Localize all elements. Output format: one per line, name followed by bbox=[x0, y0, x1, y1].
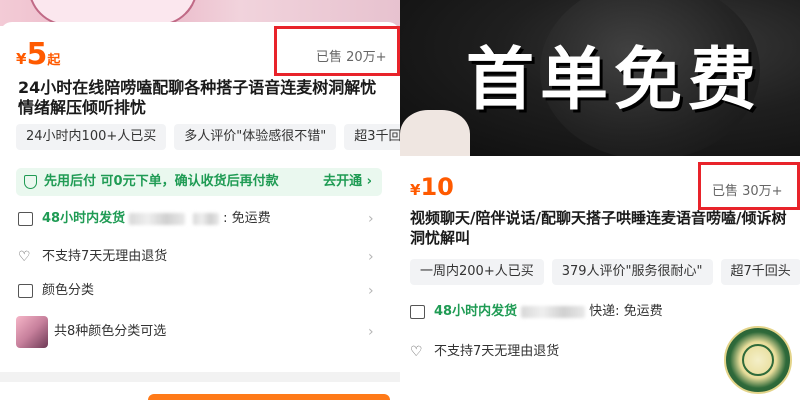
price-right: ¥10 bbox=[410, 173, 454, 201]
tag-row-right: 一周内200+人已买 379人评价"服务很耐心" 超7千回头 bbox=[410, 259, 800, 285]
tag-chip[interactable]: 24小时内100+人已买 bbox=[16, 124, 167, 150]
pay-later-banner[interactable]: 先用后付 可0元下单，确认收货后再付款 去开通 › bbox=[16, 168, 382, 196]
tag-chip[interactable]: 超3千回 bbox=[344, 124, 400, 150]
highlight-box-right bbox=[698, 162, 800, 210]
highlight-box-left bbox=[274, 26, 400, 76]
price-left: ¥5起 bbox=[16, 37, 61, 72]
heart-icon: ♡ bbox=[18, 249, 31, 265]
clipboard-icon bbox=[18, 284, 33, 298]
buy-button-edge[interactable] bbox=[148, 394, 390, 400]
variant-thumbnail[interactable] bbox=[16, 316, 48, 348]
blurred-location bbox=[521, 305, 586, 318]
return-policy-row-right[interactable]: ♡ 不支持7天无理由退货 bbox=[410, 341, 710, 363]
shield-icon bbox=[24, 175, 37, 189]
chevron-right-icon: › bbox=[368, 324, 374, 340]
tag-chip[interactable]: 超7千回头 bbox=[720, 259, 800, 285]
blurred-location bbox=[129, 212, 186, 225]
chevron-right-icon: › bbox=[368, 283, 374, 299]
product-title-right[interactable]: 视频聊天/陪伴说话/配聊天搭子哄睡连麦语音唠嗑/倾诉树洞忧解叫 bbox=[410, 208, 790, 248]
shipping-row-right[interactable]: 48小时内发货 快递: 免运费 bbox=[410, 301, 710, 323]
chevron-right-icon: › bbox=[368, 211, 374, 227]
open-pay-later-link[interactable]: 去开通 › bbox=[323, 168, 372, 196]
truck-icon bbox=[18, 212, 33, 226]
tag-chip[interactable]: 一周内200+人已买 bbox=[410, 259, 544, 285]
tag-chip[interactable]: 379人评价"服务很耐心" bbox=[551, 259, 713, 285]
return-policy-row-left[interactable]: ♡ 不支持7天无理由退货 › bbox=[18, 246, 382, 268]
seal-logo bbox=[724, 326, 792, 394]
shipping-row-left[interactable]: 48小时内发货: 免运费 › bbox=[18, 208, 382, 230]
tag-chip[interactable]: 多人评价"体验感很不错" bbox=[174, 124, 337, 150]
color-options-row[interactable]: 颜色分类 › bbox=[18, 280, 382, 302]
variant-count-row[interactable]: 共8种颜色分类可选 › bbox=[54, 321, 382, 343]
left-product-panel: ¥5起 已售 20万+ 24小时在线陪唠嗑配聊各种搭子语音连麦树洞解忧情绪解压倾… bbox=[0, 0, 400, 400]
product-image-right[interactable]: 首单免费 bbox=[400, 0, 800, 156]
chevron-right-icon: › bbox=[368, 249, 374, 265]
heart-icon: ♡ bbox=[410, 344, 423, 360]
truck-icon bbox=[410, 305, 425, 319]
product-title-left[interactable]: 24小时在线陪唠嗑配聊各种搭子语音连麦树洞解忧情绪解压倾听排忧 bbox=[18, 78, 380, 118]
bottom-strip-left bbox=[0, 372, 400, 400]
banner-text: 首单免费 bbox=[466, 41, 763, 120]
tag-row-left: 24小时内100+人已买 多人评价"体验感很不错" 超3千回 bbox=[16, 124, 400, 150]
